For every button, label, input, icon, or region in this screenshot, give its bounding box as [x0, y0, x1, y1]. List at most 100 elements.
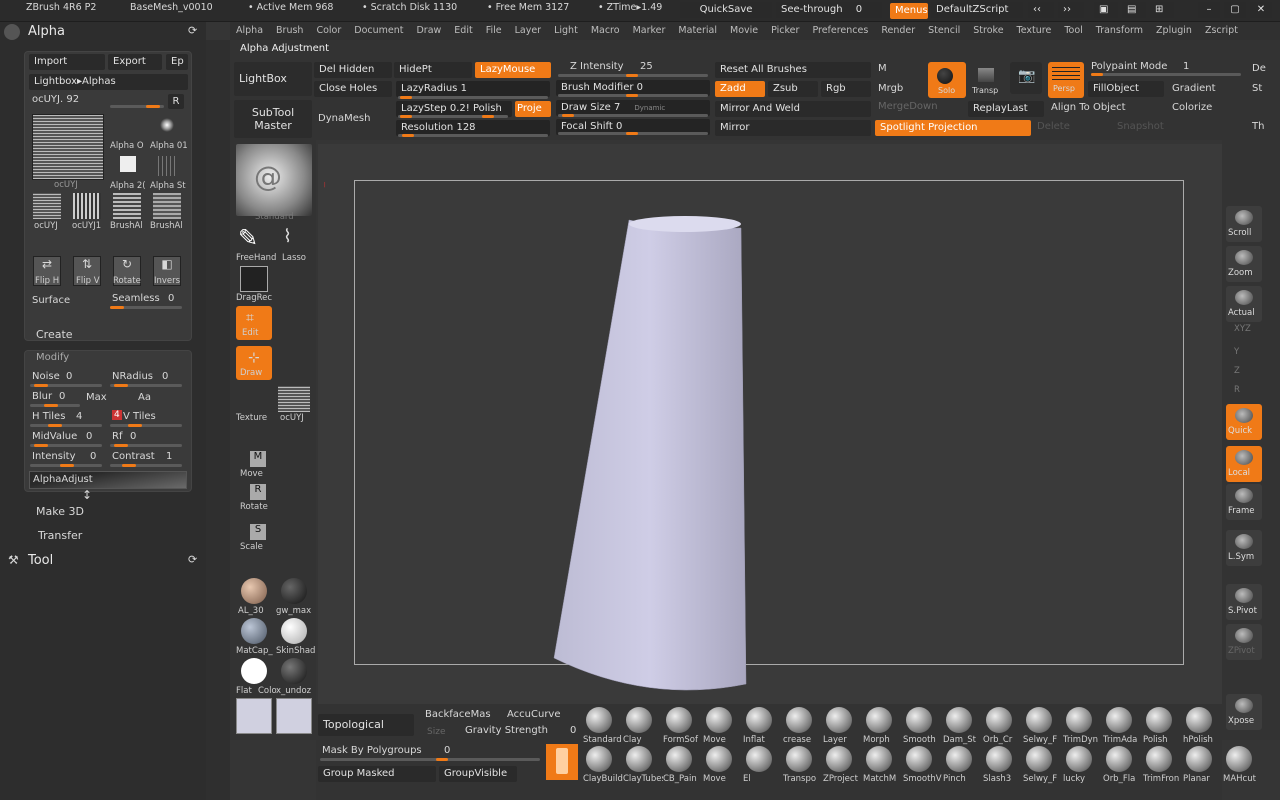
- hidept-button[interactable]: HidePt: [394, 62, 472, 78]
- shelf-scroll-button[interactable]: Scroll: [1226, 206, 1262, 242]
- shelf-y-button[interactable]: Y: [1226, 345, 1262, 361]
- brush-inflat-icon[interactable]: [746, 707, 772, 733]
- contrast-slider[interactable]: [110, 464, 182, 467]
- brush-zproject-icon[interactable]: [826, 746, 852, 772]
- standard-brush-thumbnail[interactable]: @: [236, 144, 312, 216]
- brush-clay-icon[interactable]: [626, 707, 652, 733]
- shelf-spivot-button[interactable]: S.Pivot: [1226, 584, 1262, 620]
- menu-alpha[interactable]: Alpha: [236, 22, 263, 40]
- ep-button[interactable]: Ep: [166, 54, 188, 70]
- shelf-z-button[interactable]: Z: [1226, 364, 1262, 380]
- brush-smooth-icon[interactable]: [906, 707, 932, 733]
- mask-polygroups-slider[interactable]: [320, 758, 540, 761]
- shelf-zoom-button[interactable]: Zoom: [1226, 246, 1262, 282]
- menu-edit[interactable]: Edit: [454, 22, 472, 40]
- brush-slash3-icon[interactable]: [986, 746, 1012, 772]
- persp-button[interactable]: Persp: [1048, 62, 1084, 98]
- backface-mask-button[interactable]: BackfaceMas: [425, 709, 491, 720]
- brush-claybuild-icon[interactable]: [586, 746, 612, 772]
- dynamic-toggle[interactable]: Dynamic: [634, 104, 665, 112]
- alpha-thumb-lines[interactable]: [158, 156, 178, 176]
- menu-layer[interactable]: Layer: [515, 22, 542, 40]
- brush-transpo-icon[interactable]: [786, 746, 812, 772]
- seamless-slider[interactable]: [110, 306, 182, 309]
- menu-tool[interactable]: Tool: [1064, 22, 1082, 40]
- accucurve-button[interactable]: AccuCurve: [507, 709, 561, 720]
- fillobject-button[interactable]: FillObject: [1088, 81, 1164, 97]
- de-button[interactable]: De: [1252, 63, 1266, 74]
- layout-icon[interactable]: ▣: [1094, 2, 1118, 18]
- snapshot-button[interactable]: Snapshot: [1117, 121, 1164, 132]
- alpha-thumb-brushalpha2[interactable]: [153, 193, 181, 219]
- menu-material[interactable]: Material: [678, 22, 717, 40]
- close-icon[interactable]: ✕: [1250, 2, 1272, 18]
- menu-document[interactable]: Document: [354, 22, 403, 40]
- menu-zplugin[interactable]: Zplugin: [1156, 22, 1192, 40]
- create-section[interactable]: Create: [36, 328, 73, 341]
- m-toggle[interactable]: M: [878, 63, 887, 74]
- scale-icon[interactable]: S: [250, 524, 266, 540]
- max-button[interactable]: Max: [86, 392, 107, 403]
- align-to-object-button[interactable]: Align To Object: [1051, 102, 1126, 113]
- expand-icon[interactable]: ⊞: [1150, 2, 1174, 18]
- dragrect-icon[interactable]: [240, 266, 268, 292]
- st-button[interactable]: St: [1252, 83, 1262, 94]
- zadd-toggle[interactable]: Zadd: [715, 81, 765, 97]
- brush-modifier-track[interactable]: [558, 94, 708, 97]
- mirror-button[interactable]: Mirror: [715, 120, 871, 136]
- menu-texture[interactable]: Texture: [1017, 22, 1052, 40]
- brush-history-icon[interactable]: [546, 744, 578, 780]
- blur-slider[interactable]: [30, 404, 80, 407]
- h-tiles-slider[interactable]: [30, 424, 102, 427]
- mirror-and-weld-button[interactable]: Mirror And Weld: [715, 101, 871, 117]
- surface-button[interactable]: Surface: [32, 295, 70, 306]
- quicksave-button[interactable]: QuickSave: [680, 2, 772, 18]
- lightbox-button[interactable]: LightBox: [234, 62, 312, 96]
- nradius-slider[interactable]: [110, 384, 182, 387]
- noise-slider[interactable]: [30, 384, 102, 387]
- edit-button[interactable]: ⌗ Edit: [236, 306, 272, 340]
- menu-transform[interactable]: Transform: [1096, 22, 1143, 40]
- reset-all-brushes-button[interactable]: Reset All Brushes: [715, 62, 871, 78]
- menu-marker[interactable]: Marker: [633, 22, 666, 40]
- secondary-color-swatch[interactable]: [276, 698, 312, 734]
- shelf-lsym-button[interactable]: L.Sym: [1226, 530, 1262, 566]
- replaylast-button[interactable]: ReplayLast: [968, 101, 1044, 117]
- material-matcap-sphere[interactable]: [241, 618, 267, 644]
- alpha-slider[interactable]: [110, 105, 164, 108]
- material-skinshade-sphere[interactable]: [281, 618, 307, 644]
- menu-light[interactable]: Light: [554, 22, 578, 40]
- alpha-thumb-glow[interactable]: [160, 118, 174, 132]
- brush-smoothv-icon[interactable]: [906, 746, 932, 772]
- transfer-section[interactable]: Transfer: [38, 529, 82, 542]
- brush-move-icon[interactable]: [706, 707, 732, 733]
- next-icon[interactable]: ››: [1058, 2, 1084, 18]
- alpha-thumb-ocuyj1[interactable]: [73, 193, 101, 219]
- shelf-xpose-button[interactable]: Xpose: [1226, 694, 1262, 730]
- alpha-adjust-curve[interactable]: AlphaAdjust: [29, 471, 187, 489]
- brush-polish-icon[interactable]: [1146, 707, 1172, 733]
- subtool-master-button[interactable]: SubTool Master: [234, 100, 312, 138]
- group-masked-button[interactable]: Group Masked: [318, 766, 436, 782]
- rf-slider[interactable]: [110, 444, 182, 447]
- alpha-title[interactable]: Alpha: [28, 24, 65, 39]
- lazystep-track[interactable]: [398, 115, 508, 118]
- maximize-icon[interactable]: ▢: [1224, 2, 1246, 18]
- freehand-stroke-icon[interactable]: ✎: [238, 224, 258, 252]
- cylinder-mesh[interactable]: [318, 144, 1222, 704]
- brush-selwyf-icon[interactable]: [1026, 746, 1052, 772]
- polypaint-track[interactable]: [1091, 73, 1241, 76]
- shelf-frame-button[interactable]: Frame: [1226, 484, 1262, 520]
- menu-picker[interactable]: Picker: [771, 22, 799, 40]
- texture-thumbnail[interactable]: [278, 386, 310, 412]
- brush-el-icon[interactable]: [746, 746, 772, 772]
- alpha-thumb-ocuyj[interactable]: [33, 193, 61, 219]
- lasso-icon[interactable]: ⌇: [283, 226, 292, 247]
- import-button[interactable]: Import: [29, 54, 105, 70]
- see-through-slider[interactable]: See-through 0: [776, 2, 882, 18]
- intensity-slider[interactable]: [30, 464, 102, 467]
- del-hidden-button[interactable]: Del Hidden: [314, 62, 392, 78]
- lazyradius-track[interactable]: [398, 96, 548, 99]
- tool-palette-title[interactable]: Tool: [28, 553, 53, 568]
- z-intensity-track[interactable]: [558, 74, 708, 77]
